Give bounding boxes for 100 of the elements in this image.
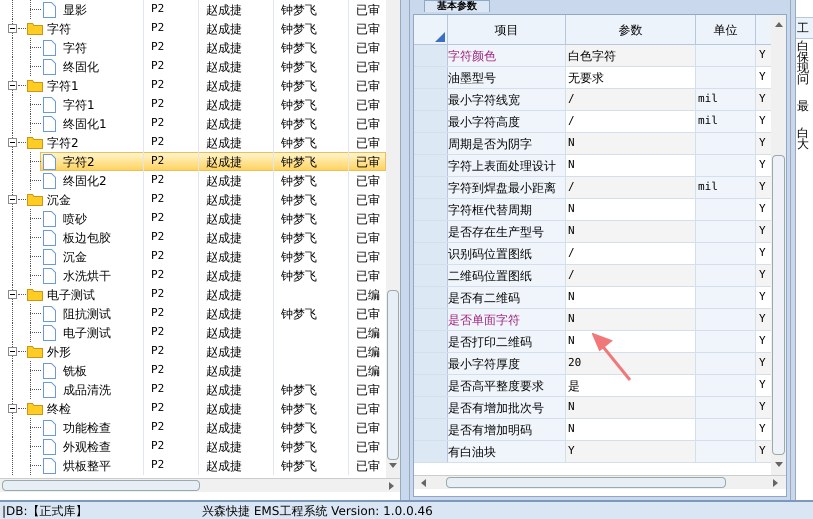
app-version: 兴森快捷 EMS工程系统 Version: 1.0.0.46 (202, 502, 433, 519)
table-cell-text: P2 (151, 324, 164, 340)
table-cell: 最小字符线宽 (448, 89, 566, 110)
table-cell-text: 已审 (356, 420, 380, 436)
table-cell-text: 赵成捷 (206, 230, 242, 246)
table-cell-text: P2 (151, 77, 164, 94)
tree-label[interactable]: 字符1 (63, 96, 95, 114)
tree-label[interactable]: 电子测试 (63, 324, 111, 342)
table-cell: 有白油块 (448, 441, 566, 462)
table-cell-text: Y (758, 47, 767, 64)
table-cell-text: P2 (151, 362, 164, 378)
table-cell: 是否有增加明码 (448, 419, 566, 440)
table-cell-text: 已编 (356, 362, 380, 380)
tree-label[interactable]: 字符 (63, 38, 87, 56)
tree-label[interactable]: 板边包胶 (63, 228, 111, 246)
table-cell-text: Y (758, 69, 767, 86)
table-cell-text: P2 (151, 39, 164, 56)
table-cell-text: 已审 (356, 78, 380, 94)
table-cell-text: 钟梦飞 (281, 210, 317, 228)
tree-label[interactable]: 沉金 (47, 190, 71, 208)
table-cell-text: Y (758, 333, 767, 350)
table-cell: 字符到焊盘最小距离 (448, 177, 566, 198)
table-cell-text: 赵成捷 (206, 248, 242, 266)
tree-label[interactable]: 字符2 (63, 152, 95, 170)
table-cell-text: 赵成捷 (206, 40, 242, 56)
table-cell-text: 赵成捷 (206, 286, 242, 304)
table-cell-text: Y (758, 201, 767, 218)
table-cell-text: 赵成捷 (206, 134, 242, 152)
tree-label[interactable]: 喷砂 (63, 210, 87, 228)
table-cell-text: 赵成捷 (206, 420, 242, 436)
tree-label[interactable]: 外形 (47, 342, 71, 360)
table-cell-text: 已审 (356, 96, 380, 114)
table-cell-text: 已编 (356, 286, 380, 304)
tree-label[interactable]: 字符1 (47, 76, 79, 94)
table-cell: 是否有增加批次号 (448, 397, 566, 418)
tree-label[interactable]: 字符2 (47, 134, 79, 152)
tree-label[interactable]: 终检 (47, 400, 71, 418)
table-cell-text: P2 (151, 381, 164, 398)
tab[interactable]: 基本参数 (424, 0, 490, 12)
table-cell-text: 赵成捷 (206, 268, 242, 284)
table-cell-text: 已审 (356, 2, 380, 18)
panel-text: 问 (797, 74, 810, 85)
panel-text: 现 (797, 63, 810, 74)
table-cell: 是否有二维码 (448, 287, 566, 308)
table-cell: 油墨型号 (448, 67, 566, 88)
table-cell-text: 钟梦飞 (281, 438, 317, 456)
tree-label[interactable]: 电子测试 (47, 286, 95, 304)
table-cell-text: P2 (151, 96, 164, 112)
table-cell-text: 赵成捷 (206, 20, 242, 38)
tree-label[interactable]: 终固化 (63, 58, 99, 76)
table-cell-text: P2 (151, 343, 164, 360)
table-cell-text: Y (758, 377, 767, 394)
table-cell-text: P2 (151, 134, 164, 150)
tree-label[interactable]: 成品清洗 (63, 380, 111, 398)
table-cell-text: P2 (151, 457, 164, 474)
table-cell-text: 钟梦飞 (281, 154, 317, 170)
table-cell-text: Y (758, 355, 767, 372)
table-cell-text: Y (758, 443, 767, 460)
column-header[interactable]: 参数 (566, 15, 696, 44)
table-cell-text: P2 (151, 172, 164, 188)
table-cell-text: Y (758, 421, 767, 438)
table-cell-text: Y (758, 267, 767, 284)
table-cell-text: Y (758, 223, 767, 240)
table-cell-text: 赵成捷 (206, 382, 242, 398)
table-cell: 最小字符厚度 (448, 353, 566, 374)
table-cell-text: 赵成捷 (206, 2, 242, 18)
table-cell: 周期是否为阴字 (448, 133, 566, 154)
table-cell-text: Y (758, 245, 767, 262)
table-cell-text: 赵成捷 (206, 458, 242, 474)
table-cell: 字符上表面处理设计 (448, 155, 566, 176)
tree-label[interactable]: 终固化2 (63, 172, 107, 190)
table-cell: 字符颜色 (448, 45, 566, 66)
table-cell-text: 已审 (356, 306, 380, 322)
table-cell-text: Y (758, 399, 767, 416)
table-cell-text: 已审 (356, 458, 380, 474)
table-cell-text: Y (758, 157, 767, 174)
tree-label[interactable]: 显影 (63, 0, 87, 18)
tree-label[interactable]: 字符 (47, 20, 71, 38)
table-cell-text: 已审 (356, 172, 380, 190)
tree-label[interactable]: 终固化1 (63, 114, 107, 132)
column-header[interactable]: 项目 (448, 15, 566, 44)
tree-label[interactable]: 水洗烘干 (63, 266, 111, 284)
table-cell: 是否高平整度要求 (448, 375, 566, 396)
table-cell-text: 赵成捷 (206, 154, 242, 170)
column-header[interactable]: 单位 (696, 15, 756, 44)
table-cell-text: Y (758, 179, 767, 196)
table-cell-text: 赵成捷 (206, 438, 242, 456)
tree-label[interactable]: 功能检查 (63, 418, 111, 436)
table-cell-text: Y (758, 135, 767, 152)
tree-label[interactable]: 阻抗测试 (63, 304, 111, 322)
tree-label[interactable]: 烘板整平 (63, 456, 111, 474)
tree-label[interactable]: 铣板 (63, 362, 87, 380)
table-cell: mil (696, 177, 756, 198)
table-cell-text: 已审 (356, 210, 380, 228)
table-cell-text: P2 (151, 438, 164, 454)
table-cell: 识别码位置图纸 (448, 243, 566, 264)
table-cell-text: P2 (151, 115, 164, 132)
tree-label[interactable]: 外观检查 (63, 438, 111, 456)
table-cell-text: 已审 (356, 438, 380, 456)
tree-label[interactable]: 沉金 (63, 248, 87, 266)
